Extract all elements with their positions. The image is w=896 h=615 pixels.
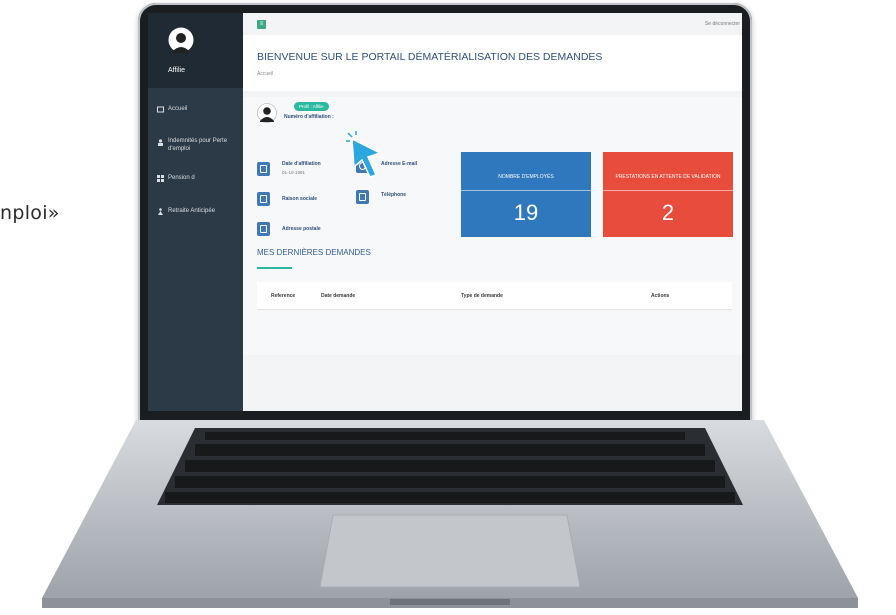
topbar: ≡ Se déconnecter <box>243 13 742 35</box>
date-affiliation-label: Date d'affiliation <box>282 161 321 167</box>
section-underline <box>257 267 292 269</box>
home-icon <box>257 222 270 236</box>
sidebar-profile: Affilie <box>148 13 243 88</box>
dashboard-card: Profil : Affilie Numéro d'affiliation : … <box>243 97 742 355</box>
stat-pending-card: PRESTATIONS EN ATTENTE DE VALIDATION 2 <box>603 152 733 237</box>
sidebar-item-retraite[interactable]: Retraite Anticipée <box>148 206 243 217</box>
column-header[interactable]: Date demande <box>321 293 355 299</box>
phone-icon <box>356 190 369 204</box>
affiliation-number-label: Numéro d'affiliation : <box>284 114 334 120</box>
grid-icon <box>157 175 164 182</box>
sidebar-item-indemnites[interactable]: Indemnités pour Perte d'emploi <box>148 137 243 153</box>
sidebar-item-pension[interactable]: Pension d <box>148 173 243 184</box>
column-header[interactable]: Type de demande <box>461 293 503 299</box>
sidebar-item-label: Retraite Anticipée <box>168 208 216 214</box>
date-affiliation-value: 01-10-1991 <box>282 170 306 175</box>
column-header[interactable]: Actions <box>651 293 669 299</box>
id-card-icon <box>257 192 270 206</box>
telephone-label: Téléphone <box>381 192 407 198</box>
stat-title: PRESTATIONS EN ATTENTE DE VALIDATION <box>615 174 721 180</box>
app-screen: Affilie Accueil Indemnités pour Perte d'… <box>148 13 742 411</box>
page-header: BIENVENUE SUR LE PORTAIL DÉMATÉRIALISATI… <box>243 35 742 91</box>
mouse-cursor-icon <box>346 131 382 178</box>
requests-table: Reference Date demande Type de demande A… <box>257 282 732 310</box>
menu-toggle-button[interactable]: ≡ <box>257 20 266 29</box>
person-icon <box>158 208 163 215</box>
adresse-postale-label: Adresse postale <box>282 226 321 232</box>
sidebar: Affilie Accueil Indemnités pour Perte d'… <box>148 13 243 411</box>
avatar-icon <box>168 27 194 53</box>
stat-value: 19 <box>513 200 539 225</box>
keyboard-deck-icon <box>42 420 858 608</box>
caption-fragment: nploi» <box>0 202 60 224</box>
raison-sociale-label: Raison sociale <box>282 196 318 202</box>
sidebar-item-label: Accueil <box>168 106 188 112</box>
page-title: BIENVENUE SUR LE PORTAIL DÉMATÉRIALISATI… <box>257 51 603 63</box>
profile-badge: Profil : Affilie <box>294 102 329 111</box>
breadcrumb[interactable]: Accueil <box>257 71 273 77</box>
column-header[interactable]: Reference <box>271 293 295 299</box>
stat-value: 2 <box>661 200 675 225</box>
calendar-icon <box>257 162 270 176</box>
sidebar-item-label: Pension d <box>168 175 195 181</box>
user-icon <box>158 139 163 146</box>
sidebar-item-accueil[interactable]: Accueil <box>148 104 243 115</box>
sidebar-user-name: Affilie <box>168 67 185 74</box>
logout-link[interactable]: Se déconnecter <box>705 21 740 27</box>
home-icon <box>157 106 164 113</box>
email-label: Adresse E-mail <box>381 161 418 167</box>
sidebar-item-label: Indemnités pour Perte d'emploi <box>168 138 228 152</box>
stat-employees-card: NOMBRE D'EMPLOYÉS 19 <box>461 152 591 237</box>
avatar-icon <box>257 103 277 123</box>
section-title: MES DERNIÈRES DEMANDES <box>257 248 371 257</box>
stat-title: NOMBRE D'EMPLOYÉS <box>498 174 554 180</box>
laptop-base <box>40 420 860 610</box>
